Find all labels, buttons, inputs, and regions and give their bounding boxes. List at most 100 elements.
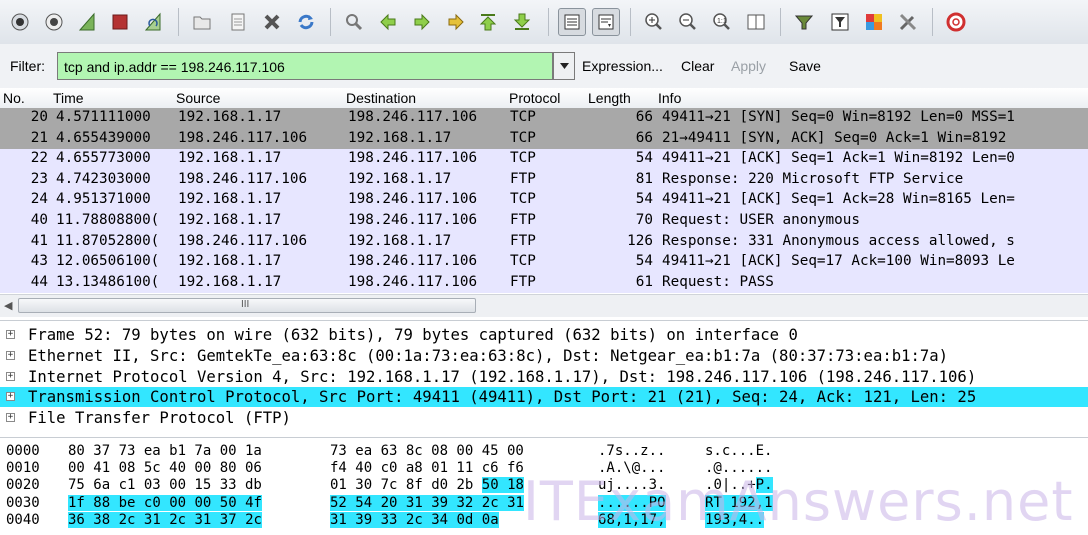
column-header-destination[interactable]: Destination — [346, 90, 416, 106]
byte: 31 — [194, 511, 212, 528]
save-file-button[interactable] — [226, 10, 250, 34]
hex-a2: s.c...E. — [705, 443, 773, 459]
detail-row[interactable]: + Frame 52: 79 bytes on wire (632 bits), … — [0, 325, 1088, 345]
resize-columns-button[interactable] — [744, 10, 768, 34]
autoscroll-button[interactable] — [592, 8, 620, 36]
cell-dst: 198.246.117.106 — [348, 109, 478, 125]
preferences-button[interactable] — [896, 10, 920, 34]
expand-icon[interactable]: + — [6, 392, 15, 402]
zoom-in-button[interactable] — [642, 10, 666, 34]
colorize-button[interactable] — [558, 8, 586, 36]
detail-row[interactable]: + Transmission Control Protocol, Src Port… — [0, 387, 1088, 408]
coloring-rules-button[interactable] — [862, 10, 886, 34]
cell-src: 192.168.1.17 — [178, 253, 282, 270]
column-header-protocol[interactable]: Protocol — [509, 90, 560, 106]
filter-dropdown-button[interactable] — [553, 52, 575, 80]
interfaces-button[interactable] — [8, 10, 32, 34]
document-icon — [231, 13, 245, 31]
go-forward-button[interactable] — [410, 10, 434, 34]
scrollbar-thumb[interactable]: III — [18, 298, 476, 313]
byte: 2c — [481, 494, 499, 511]
column-header-source[interactable]: Source — [176, 90, 220, 106]
hex-b2: 73 ea 63 8c 08 00 45 00 — [330, 443, 524, 459]
scroll-left-icon[interactable]: ◀ — [4, 299, 16, 313]
column-header-info[interactable]: Info — [658, 90, 681, 106]
cell-no: 20 — [30, 109, 48, 125]
column-header-time[interactable]: Time — [53, 90, 84, 106]
byte: 00 — [169, 494, 187, 511]
table-row[interactable]: 44 13.13486100(192.168.1.17 198.246.117.10… — [0, 272, 1088, 294]
cell-info: Response: 220 Microsoft FTP Service — [662, 170, 964, 187]
cell-len: 54 — [635, 150, 653, 167]
cell-info: 49411→21 [SYN] Seq=0 Win=8192 Len=0 MSS=… — [662, 109, 1015, 125]
help-button[interactable] — [944, 10, 968, 34]
expand-icon[interactable]: + — [6, 413, 15, 423]
close-file-button[interactable] — [260, 10, 284, 34]
restart-capture-button[interactable] — [142, 10, 166, 34]
options-button[interactable] — [42, 10, 66, 34]
cell-no: 41 — [30, 232, 48, 249]
reload-button[interactable] — [294, 10, 318, 34]
column-header-length[interactable]: Length — [588, 90, 631, 106]
filter-input[interactable]: tcp and ip.addr == 198.246.117.106 — [57, 52, 553, 80]
cell-time: 4.742303000 — [56, 170, 151, 187]
table-row[interactable]: 40 11.78808800(192.168.1.17 198.246.117.10… — [0, 211, 1088, 232]
arrow-left-icon — [380, 13, 396, 31]
hex-row[interactable]: 0000 80 37 73 ea b1 7a 00 1a 73 ea 63 8c 0… — [0, 443, 1088, 460]
stop-capture-button[interactable] — [108, 10, 132, 34]
last-packet-button[interactable] — [510, 10, 534, 34]
expand-icon[interactable]: + — [6, 350, 15, 360]
byte: 88 — [93, 494, 111, 511]
table-row[interactable]: 41 11.87052800(198.246.117.106 192.168.1.1… — [0, 231, 1088, 253]
table-row[interactable]: 24 4.951371000 192.168.1.17 198.246.117.106… — [0, 190, 1088, 211]
save-filter-button[interactable]: Save — [789, 58, 821, 74]
apply-button[interactable]: Apply — [731, 58, 766, 74]
byte: 31 — [330, 511, 347, 528]
find-packet-button[interactable] — [342, 10, 366, 34]
capture-filters-button[interactable] — [792, 10, 816, 34]
byte: 36 — [68, 511, 85, 528]
chevron-down-icon — [559, 63, 569, 69]
arrow-right-icon — [414, 13, 430, 31]
expand-icon[interactable]: + — [6, 330, 15, 339]
start-capture-button[interactable] — [76, 10, 100, 34]
main-toolbar: 1:1 — [0, 0, 1088, 45]
arrow-top-icon — [479, 14, 497, 31]
shark-fin-icon — [78, 12, 95, 31]
byte: 2c — [118, 511, 136, 528]
zoom-out-button[interactable] — [676, 10, 700, 34]
cell-time: 11.78808800( — [56, 212, 160, 228]
first-packet-button[interactable] — [476, 10, 500, 34]
go-to-packet-button[interactable] — [444, 10, 468, 34]
packet-list-hscrollbar[interactable]: ◀ III — [0, 294, 1088, 317]
table-row[interactable]: 43 12.06506100(192.168.1.17 198.246.117.10… — [0, 252, 1088, 273]
cell-proto: FTP — [510, 170, 536, 187]
detail-row[interactable]: + File Transfer Protocol (FTP) — [0, 408, 1088, 429]
hex-b1: 1f 88 be c0 00 00 50 4f — [68, 494, 262, 511]
table-row[interactable]: 21 4.655439000 198.246.117.106 192.168.1.17… — [0, 128, 1088, 150]
hex-b1: 80 37 73 ea b1 7a 00 1a — [68, 443, 262, 459]
column-header-no[interactable]: No. — [3, 90, 25, 106]
table-row[interactable]: 23 4.742303000 198.246.117.106 192.168.1.17… — [0, 169, 1088, 191]
go-back-button[interactable] — [376, 10, 400, 34]
display-filters-button[interactable] — [828, 10, 852, 34]
detail-row[interactable]: + Ethernet II, Src: GemtekTe_ea:63:8c (00… — [0, 345, 1088, 366]
cell-no: 44 — [30, 273, 48, 290]
table-row[interactable]: 20 4.571111000 192.168.1.17 198.246.117.106… — [0, 108, 1088, 129]
detail-text: File Transfer Protocol (FTP) — [28, 409, 291, 428]
normal-size-button[interactable]: 1:1 — [710, 10, 734, 34]
byte: 2c — [245, 511, 262, 528]
expression-button[interactable]: Expression... — [582, 58, 663, 74]
detail-row[interactable]: + Internet Protocol Version 4, Src: 192.1… — [0, 366, 1088, 387]
cell-time: 4.655773000 — [56, 150, 151, 167]
cell-info: Response: 331 Anonymous access allowed, … — [662, 232, 1015, 249]
clear-button[interactable]: Clear — [681, 58, 714, 74]
cell-time: 4.951371000 — [56, 191, 151, 208]
expand-icon[interactable]: + — [6, 371, 15, 381]
packet-list: 20 4.571111000 192.168.1.17 198.246.117.106… — [0, 108, 1088, 294]
table-row[interactable]: 22 4.655773000 192.168.1.17 198.246.117.106… — [0, 149, 1088, 170]
watermark: ITExamAnswers.net — [523, 470, 1074, 533]
open-file-button[interactable] — [190, 10, 214, 34]
cell-src: 192.168.1.17 — [178, 191, 282, 208]
cell-proto: FTP — [510, 232, 536, 249]
